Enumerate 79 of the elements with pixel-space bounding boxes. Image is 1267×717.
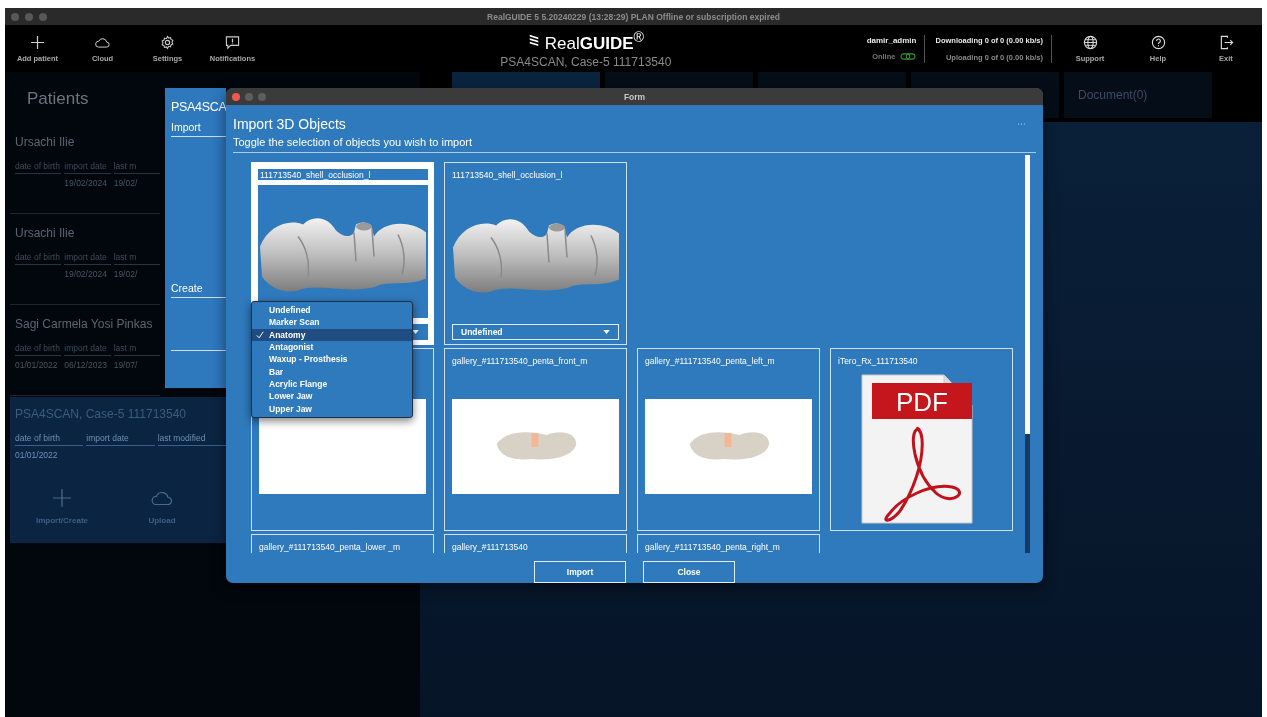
field-label: date of birth bbox=[15, 343, 62, 356]
plus-icon bbox=[51, 488, 73, 508]
field-value: 06/12/2023 bbox=[64, 360, 108, 370]
help-icon bbox=[1150, 34, 1166, 50]
field-value: 19/02/ bbox=[113, 178, 139, 188]
field-label: import date bbox=[64, 161, 111, 174]
patient-name: PSA4SCAN, Case-5 111713540 bbox=[15, 407, 187, 421]
patient-entry[interactable]: PSA4SCAN, Case-5 111713540 date of birth 01/01/2022 import date last modified Import/Create Upload bbox=[10, 397, 226, 543]
caret-icon bbox=[603, 330, 610, 334]
message-alert-icon bbox=[225, 34, 240, 50]
dialog-button[interactable]: Close bbox=[643, 561, 735, 583]
checkmark-icon bbox=[256, 330, 264, 339]
patient-name: Sagi Carmela Yosi Pinkas bbox=[15, 317, 154, 331]
window-title: Form bbox=[623, 91, 646, 102]
object-name: 111713540_shell_occlusion_l bbox=[452, 170, 563, 181]
object-card[interactable]: iTero_Rx_111713540 PDF bbox=[830, 348, 1013, 531]
object-name: iTero_Rx_111713540 bbox=[838, 356, 918, 367]
patient-entry[interactable]: Sagi Carmela Yosi Pinkas date of birth 01/01/2022 import date 06/12/2023 last m 19/07/ bbox=[10, 305, 160, 396]
patient-entry[interactable]: Ursachi Ilie date of birth import date 19/02/2024 last m 19/02/ bbox=[10, 123, 160, 214]
field-label: date of birth bbox=[15, 161, 62, 174]
object-name: gallery_#111713540_penta_right_m bbox=[645, 542, 780, 553]
menu-option[interactable]: Bar bbox=[252, 365, 412, 378]
plus-icon bbox=[30, 34, 45, 50]
object-card[interactable]: gallery_#111713540_penta_front_m bbox=[444, 348, 627, 531]
window-title: RealGUIDE 5 5.20240229 (13:28:29) PLAN Offline or subscription expired bbox=[487, 11, 780, 22]
dialog-heading: Import 3D Objects bbox=[233, 116, 346, 132]
case-title: PSA4SCAN, Case-5 111713540 bbox=[500, 55, 672, 70]
field-label: last m bbox=[113, 252, 160, 265]
menu-option[interactable]: Marker Scan bbox=[252, 316, 412, 329]
dialog-button[interactable]: Import bbox=[534, 561, 626, 583]
globe-icon bbox=[1082, 34, 1098, 50]
menu-option[interactable]: Anatomy bbox=[252, 328, 412, 341]
field-label: date of birth bbox=[15, 252, 62, 265]
field-value: 01/01/2022 bbox=[15, 360, 59, 370]
menu-option[interactable]: Undefined bbox=[252, 304, 412, 317]
field-label: import date bbox=[64, 343, 111, 356]
object-name: 111713540_shell_occlusion_l bbox=[258, 169, 428, 180]
field-label: import date bbox=[64, 252, 111, 265]
patient-name: Ursachi Ilie bbox=[15, 135, 76, 149]
patient-entry[interactable]: Ursachi Ilie date of birth import date 19/02/2024 last m 19/02/ bbox=[10, 214, 160, 305]
menu-option[interactable]: Waxup - Prosthesis bbox=[252, 353, 412, 366]
gear-icon bbox=[160, 34, 175, 50]
case-window-title: PSA4SCA bbox=[171, 100, 226, 114]
field-label: last m bbox=[113, 161, 160, 174]
scrollbar[interactable] bbox=[1025, 155, 1030, 553]
type-dropdown[interactable]: Undefined bbox=[452, 324, 619, 340]
user-name: damir_admin bbox=[866, 36, 917, 45]
patient-action-button[interactable]: Upload bbox=[127, 488, 197, 525]
field-label: import date bbox=[86, 433, 155, 446]
field-value: 19/02/2024 bbox=[64, 178, 108, 188]
exit-icon bbox=[1218, 34, 1234, 50]
field-label: date of birth bbox=[15, 433, 84, 446]
logo-icon bbox=[527, 33, 540, 47]
object-name: gallery_#111713540 bbox=[452, 542, 528, 553]
caret-icon bbox=[412, 330, 419, 334]
field-value: 19/02/ bbox=[113, 269, 139, 279]
logo-text: RealGUIDE$^{®}$ bbox=[544, 27, 644, 53]
object-card[interactable]: gallery_#111713540_penta_lower _m bbox=[251, 534, 434, 553]
object-name: gallery_#111713540_penta_lower _m bbox=[259, 542, 400, 553]
field-value: 19/07/ bbox=[113, 360, 139, 370]
pdf-badge: PDF bbox=[871, 383, 972, 419]
field-label: last modified bbox=[157, 433, 226, 446]
menu-option[interactable]: Upper Jaw bbox=[252, 402, 412, 415]
menu-option[interactable]: Lower Jaw bbox=[252, 390, 412, 403]
panel-title: Patients bbox=[27, 90, 89, 107]
object-card[interactable]: 111713540_shell_occlusion_l Undefined bbox=[444, 162, 627, 345]
object-name: gallery_#111713540_penta_front_m bbox=[452, 356, 588, 367]
field-value: 01/01/2022 bbox=[15, 450, 59, 460]
close-button[interactable] bbox=[232, 92, 240, 101]
patient-action-button[interactable]: Import/Create bbox=[27, 488, 97, 525]
object-name: gallery_#111713540_penta_left_m bbox=[645, 356, 775, 367]
field-label: last m bbox=[113, 343, 160, 356]
maximize-button[interactable] bbox=[258, 92, 266, 101]
minimize-button[interactable] bbox=[245, 92, 253, 101]
instruction-text: Toggle the selection of objects you wish to import bbox=[233, 136, 1036, 153]
field-value: 19/02/2024 bbox=[64, 269, 108, 279]
object-card[interactable]: gallery_#111713540_penta_left_m bbox=[637, 348, 820, 531]
patient-name: Ursachi Ilie bbox=[15, 226, 76, 240]
menu-option[interactable]: Acrylic Flange bbox=[252, 377, 412, 391]
